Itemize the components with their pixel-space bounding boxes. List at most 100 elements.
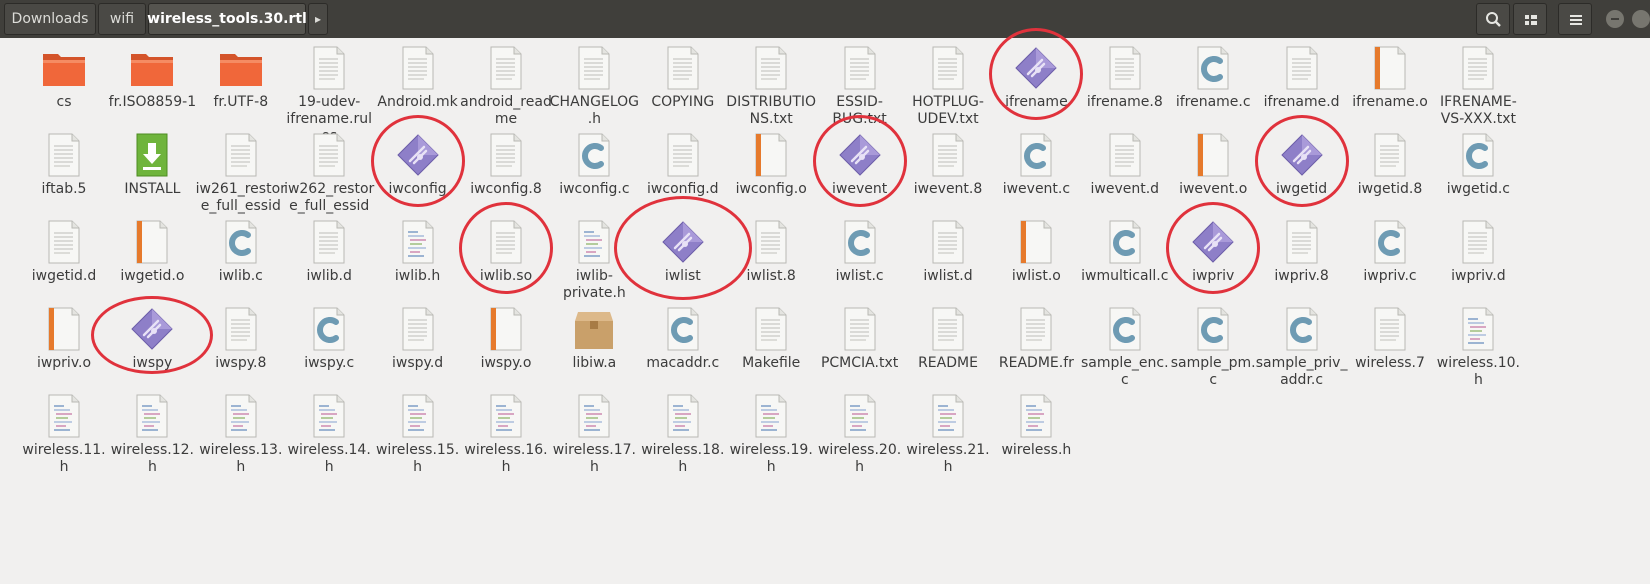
breadcrumb-wireless-tools[interactable]: wireless_tools.30.rtl: [147, 3, 307, 35]
file-item[interactable]: iwgetid.o: [106, 212, 198, 285]
file-item[interactable]: iwevent.8: [902, 125, 994, 198]
file-item[interactable]: iwspy.8: [195, 299, 287, 372]
file-item[interactable]: iwpriv: [1167, 212, 1259, 285]
file-item[interactable]: iwlib.d: [283, 212, 375, 285]
file-item[interactable]: wireless.14.h: [283, 386, 375, 476]
file-item[interactable]: COPYING: [637, 38, 729, 111]
file-item[interactable]: iwevent.o: [1167, 125, 1259, 198]
file-c-icon: [1101, 305, 1149, 353]
file-item[interactable]: fr.UTF-8: [195, 38, 287, 111]
file-item[interactable]: libiw.a: [548, 299, 640, 372]
file-item[interactable]: fr.ISO8859-1: [106, 38, 198, 111]
file-item[interactable]: ifrename.o: [1344, 38, 1436, 111]
file-item[interactable]: iwlib-private.h: [548, 212, 640, 302]
file-name-label: PCMCIA.txt: [820, 355, 899, 371]
file-item[interactable]: ifrename: [990, 38, 1082, 111]
file-item[interactable]: Android.mk: [372, 38, 464, 111]
file-item[interactable]: iwconfig.d: [637, 125, 729, 198]
file-item[interactable]: wireless.17.h: [548, 386, 640, 476]
file-item[interactable]: iwconfig.o: [725, 125, 817, 198]
file-item[interactable]: wireless.7: [1344, 299, 1436, 372]
file-text-icon: [305, 44, 353, 92]
file-item[interactable]: sample_priv_addr.c: [1256, 299, 1348, 389]
file-item[interactable]: iwgetid.8: [1344, 125, 1436, 198]
file-item[interactable]: wireless.h: [990, 386, 1082, 459]
file-item[interactable]: wireless.16.h: [460, 386, 552, 476]
file-item[interactable]: cs: [18, 38, 110, 111]
file-item[interactable]: README.fr: [990, 299, 1082, 372]
file-item[interactable]: wireless.11.h: [18, 386, 110, 476]
file-text-icon: [217, 131, 265, 179]
maximize-icon[interactable]: [1630, 8, 1650, 30]
view-toggle-button[interactable]: [1513, 3, 1547, 35]
file-item[interactable]: iwconfig.8: [460, 125, 552, 198]
file-item[interactable]: iwlist.d: [902, 212, 994, 285]
file-text-icon: [482, 218, 530, 266]
file-item[interactable]: iwlib.so: [460, 212, 552, 285]
file-item[interactable]: PCMCIA.txt: [814, 299, 906, 372]
file-item[interactable]: ifrename.d: [1256, 38, 1348, 111]
minimize-icon[interactable]: [1604, 8, 1626, 30]
file-item[interactable]: iwgetid: [1256, 125, 1348, 198]
file-item[interactable]: iwpriv.d: [1432, 212, 1524, 285]
file-item[interactable]: IFRENAME-VS-XXX.txt: [1432, 38, 1524, 128]
file-item[interactable]: iwspy.c: [283, 299, 375, 372]
file-item[interactable]: iwlib.c: [195, 212, 287, 285]
file-item[interactable]: wireless.13.h: [195, 386, 287, 476]
file-item[interactable]: iftab.5: [18, 125, 110, 198]
file-item[interactable]: iwlib.h: [372, 212, 464, 285]
file-item[interactable]: wireless.19.h: [725, 386, 817, 476]
file-item[interactable]: CHANGELOG.h: [548, 38, 640, 128]
file-item[interactable]: iwconfig.c: [548, 125, 640, 198]
breadcrumb-more-button[interactable]: ▸: [308, 3, 328, 35]
file-item[interactable]: iwmulticall.c: [1079, 212, 1171, 285]
breadcrumb-downloads[interactable]: Downloads: [4, 3, 96, 35]
file-item[interactable]: wireless.21.h: [902, 386, 994, 476]
file-item[interactable]: ESSID-BUG.txt: [814, 38, 906, 128]
file-item[interactable]: iwspy: [106, 299, 198, 372]
file-item[interactable]: iwlist.c: [814, 212, 906, 285]
file-item[interactable]: wireless.10.h: [1432, 299, 1524, 389]
file-item[interactable]: iwpriv.c: [1344, 212, 1436, 285]
file-item[interactable]: iwpriv.o: [18, 299, 110, 372]
breadcrumb-wifi[interactable]: wifi: [98, 3, 146, 35]
file-item[interactable]: macaddr.c: [637, 299, 729, 372]
file-item[interactable]: HOTPLUG-UDEV.txt: [902, 38, 994, 128]
file-item[interactable]: wireless.15.h: [372, 386, 464, 476]
file-c-icon: [1278, 305, 1326, 353]
file-item[interactable]: iwgetid.c: [1432, 125, 1524, 198]
file-text-icon: [394, 44, 442, 92]
file-item[interactable]: sample_pm.c: [1167, 299, 1259, 389]
file-item[interactable]: sample_enc.c: [1079, 299, 1171, 389]
file-item[interactable]: wireless.18.h: [637, 386, 729, 476]
file-item[interactable]: ifrename.8: [1079, 38, 1171, 111]
file-item[interactable]: INSTALL: [106, 125, 198, 198]
file-item[interactable]: Makefile: [725, 299, 817, 372]
file-c-icon: [1101, 218, 1149, 266]
file-name-label: ifrename.c: [1175, 94, 1251, 110]
file-item[interactable]: iwevent.c: [990, 125, 1082, 198]
file-item[interactable]: iwevent.d: [1079, 125, 1171, 198]
file-item[interactable]: iwlist.8: [725, 212, 817, 285]
search-button[interactable]: [1476, 3, 1510, 35]
file-item[interactable]: wireless.20.h: [814, 386, 906, 476]
file-item[interactable]: DISTRIBUTIONS.txt: [725, 38, 817, 128]
file-item[interactable]: iwconfig: [372, 125, 464, 198]
file-item[interactable]: iwgetid.d: [18, 212, 110, 285]
file-item[interactable]: iwlist.o: [990, 212, 1082, 285]
file-item[interactable]: iwspy.d: [372, 299, 464, 372]
file-item[interactable]: iwpriv.8: [1256, 212, 1348, 285]
file-exec-icon: [394, 131, 442, 179]
file-header-icon: [924, 392, 972, 440]
file-name-label: wireless.10.h: [1436, 355, 1520, 388]
file-object-icon: [1012, 218, 1060, 266]
file-item[interactable]: android_readme: [460, 38, 552, 128]
menu-button[interactable]: [1558, 3, 1592, 35]
file-item[interactable]: iwspy.o: [460, 299, 552, 372]
file-item[interactable]: ifrename.c: [1167, 38, 1259, 111]
file-name-label: macaddr.c: [646, 355, 720, 371]
file-item[interactable]: iwlist: [637, 212, 729, 285]
file-item[interactable]: README: [902, 299, 994, 372]
file-item[interactable]: wireless.12.h: [106, 386, 198, 476]
file-item[interactable]: iwevent: [814, 125, 906, 198]
